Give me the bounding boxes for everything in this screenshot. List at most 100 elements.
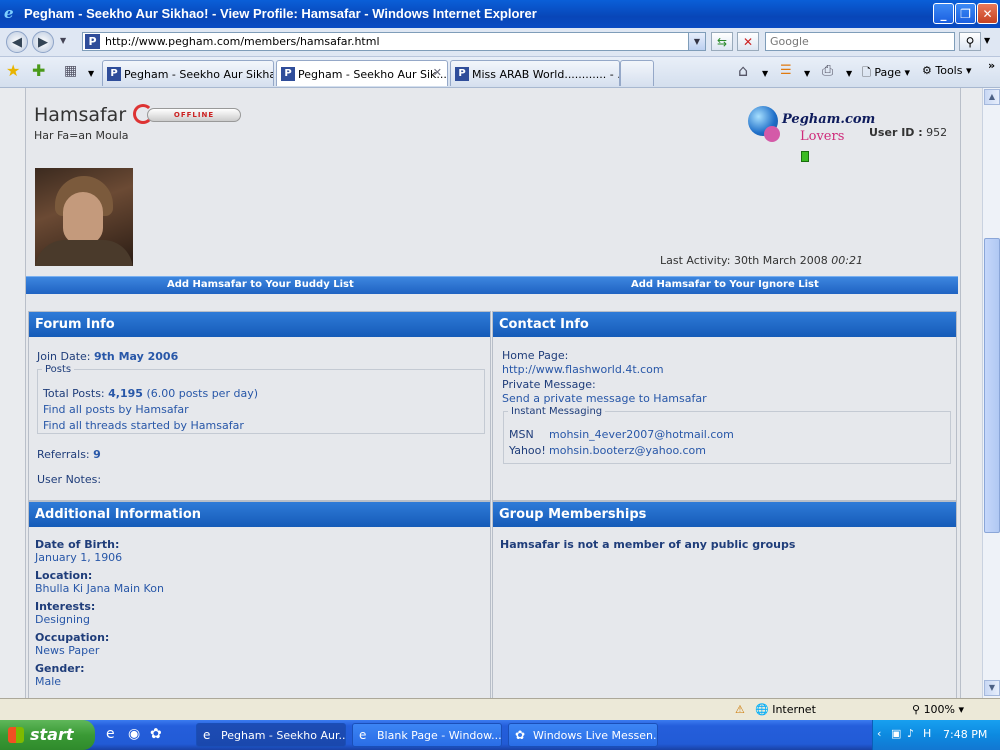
avatar-face <box>63 192 103 244</box>
tab-label: Pegham - Seekho Aur Sikhao... <box>124 68 273 81</box>
page-menu[interactable]: 🗋 Page ▾ <box>862 64 910 83</box>
additional-info-title: Additional Information <box>29 502 490 527</box>
yahoo-link[interactable]: mohsin.booterz@yahoo.com <box>549 444 706 457</box>
feeds-dropdown-icon[interactable]: ▼ <box>804 69 810 78</box>
back-icon[interactable]: ◀ <box>6 31 28 53</box>
zoom-icon: ⚲ <box>912 703 921 716</box>
popup-blocker-icon[interactable]: ⚠ <box>735 703 745 716</box>
last-activity-date: 30th March 2008 <box>733 254 828 267</box>
minimize-button[interactable]: _ <box>933 3 954 24</box>
maximize-button[interactable]: ❐ <box>955 3 976 24</box>
field-label: Location: <box>35 569 93 582</box>
logo-subtext: Lovers <box>800 129 845 144</box>
tab-label: Miss ARAB World............ - ... <box>472 68 620 81</box>
ie-icon: e <box>203 728 211 742</box>
zoom-level[interactable]: ⚲ 100% ▾ <box>912 703 964 716</box>
taskbar-button-messenger[interactable]: ✿ Windows Live Messen... <box>508 723 658 747</box>
taskbar-button-ie-pegham[interactable]: e Pegham - Seekho Aur... <box>196 723 346 747</box>
tab-list-icon[interactable]: ▼ <box>88 69 94 78</box>
quick-tabs-icon[interactable]: ▦ <box>64 62 77 80</box>
security-zone: 🌐 Internet <box>755 703 816 716</box>
tools-menu-label: Tools <box>935 64 963 77</box>
add-ignore-link[interactable]: Add Hamsafar to Your Ignore List <box>631 279 819 290</box>
favorites-star-icon[interactable]: ★ <box>6 62 20 80</box>
user-id-value: 952 <box>926 126 948 139</box>
search-options-icon[interactable]: ▼ <box>984 36 990 45</box>
gear-icon: ⚙ <box>922 64 932 77</box>
msn-link[interactable]: mohsin_4ever2007@hotmail.com <box>549 428 734 441</box>
forward-icon[interactable]: ▶ <box>32 31 54 53</box>
tab-3[interactable]: P Miss ARAB World............ - ... <box>450 60 620 86</box>
search-icon[interactable]: ⚲ <box>959 32 981 51</box>
interests-value: Designing <box>35 613 90 626</box>
find-posts-link[interactable]: Find all posts by Hamsafar <box>43 403 189 416</box>
interests-field: Interests: <box>35 600 95 613</box>
start-button[interactable]: start <box>0 720 95 750</box>
tab-bar: ★ ✚ ▦ ▼ P Pegham - Seekho Aur Sikhao... … <box>0 57 1000 88</box>
user-notes-link[interactable]: User Notes: <box>37 473 101 486</box>
tab-close-icon[interactable]: ✕ <box>433 66 442 79</box>
private-message-label: Private Message: <box>502 378 596 391</box>
profile-page: Hamsafar OFFLINE Har Fa=an Moula Pegham.… <box>25 88 961 698</box>
contact-info-title: Contact Info <box>493 312 956 337</box>
tools-menu[interactable]: ⚙ Tools ▾ <box>922 64 972 77</box>
status-bar: ⚠ 🌐 Internet ⚲ 100% ▾ <box>0 698 1000 721</box>
refresh-icon[interactable]: ⇆ <box>711 32 733 51</box>
clock: 7:48 PM <box>943 728 988 741</box>
tab-favicon-icon: P <box>107 67 121 81</box>
page-menu-label: Page <box>874 66 901 79</box>
zoom-label: 100% <box>923 703 956 716</box>
add-favorite-icon[interactable]: ✚ <box>32 62 45 80</box>
vertical-scrollbar[interactable]: ▲ ▼ <box>982 88 1000 698</box>
home-dropdown-icon[interactable]: ▼ <box>762 69 768 78</box>
total-posts-label: Total Posts: <box>43 387 105 400</box>
address-bar[interactable]: P http://www.pegham.com/members/hamsafar… <box>82 32 706 51</box>
window-title: Pegham - Seekho Aur Sikhao! - View Profi… <box>24 6 537 21</box>
homepage-link[interactable]: http://www.flashworld.4t.com <box>502 363 664 376</box>
window-title-bar[interactable]: e Pegham - Seekho Aur Sikhao! - View Pro… <box>0 0 1000 28</box>
tab-1[interactable]: P Pegham - Seekho Aur Sikhao... <box>102 60 274 86</box>
tray-app-icon[interactable]: H <box>923 727 931 740</box>
scroll-thumb[interactable] <box>984 238 1000 533</box>
new-tab-button[interactable] <box>620 60 654 86</box>
taskbar-button-label: Pegham - Seekho Aur... <box>221 729 346 742</box>
close-button[interactable]: ✕ <box>977 3 998 24</box>
home-icon[interactable]: ⌂ <box>738 62 748 80</box>
messenger-quicklaunch-icon[interactable]: ✿ <box>150 726 162 742</box>
history-dropdown-icon[interactable]: ▼ <box>60 36 66 45</box>
tray-volume-icon[interactable]: ♪ <box>907 727 914 740</box>
tab-favicon-icon: P <box>455 67 469 81</box>
gender-field: Gender: <box>35 662 84 675</box>
chevron-more-icon[interactable]: » <box>988 59 995 72</box>
find-threads-link[interactable]: Find all threads started by Hamsafar <box>43 419 244 432</box>
referrals-value: 9 <box>93 448 101 461</box>
tray-expand-icon[interactable]: ‹ <box>877 727 881 740</box>
tray-network-icon[interactable]: ▣ <box>891 727 901 740</box>
referrals-label: Referrals: <box>37 448 90 461</box>
scroll-down-icon[interactable]: ▼ <box>984 680 1000 696</box>
feeds-icon[interactable]: ☰ <box>780 62 792 80</box>
tab-2[interactable]: P Pegham - Seekho Aur Sik... ✕ <box>276 60 448 86</box>
media-player-icon[interactable]: ◉ <box>128 726 140 742</box>
location-value: Bhulla Ki Jana Main Kon <box>35 582 164 595</box>
globe-icon: 🌐 <box>755 703 769 716</box>
print-dropdown-icon[interactable]: ▼ <box>846 69 852 78</box>
msn-label: MSN <box>509 428 534 441</box>
ie-quicklaunch-icon[interactable]: e <box>106 726 115 742</box>
address-url: http://www.pegham.com/members/hamsafar.h… <box>105 35 380 48</box>
gender-value: Male <box>35 675 62 688</box>
taskbar-button-blank-page[interactable]: e Blank Page - Window... <box>352 723 502 747</box>
print-icon[interactable]: ⎙ <box>822 62 833 80</box>
address-dropdown-icon[interactable]: ▼ <box>688 33 705 50</box>
scroll-up-icon[interactable]: ▲ <box>984 89 1000 105</box>
user-id-label: User ID : <box>869 126 923 139</box>
stop-icon[interactable]: ✕ <box>737 32 759 51</box>
offline-status-badge: OFFLINE <box>133 104 243 126</box>
last-activity-time: 00:21 <box>831 254 863 267</box>
group-memberships-title: Group Memberships <box>493 502 956 527</box>
search-input[interactable]: Google <box>765 32 955 51</box>
profile-actions-bar: Add Hamsafar to Your Buddy List Add Hams… <box>26 276 958 294</box>
private-message-link[interactable]: Send a private message to Hamsafar <box>502 392 707 405</box>
add-buddy-link[interactable]: Add Hamsafar to Your Buddy List <box>167 279 354 290</box>
zone-label: Internet <box>772 703 816 716</box>
